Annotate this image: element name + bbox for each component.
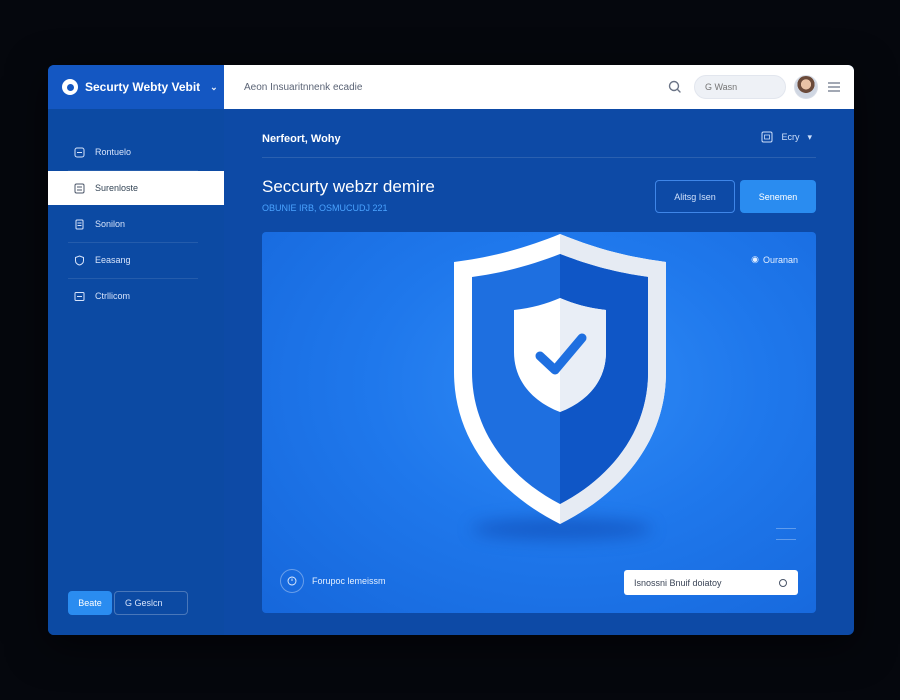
header: Aeon Insuaritnnenk ecadie — [224, 65, 854, 109]
breadcrumb: Nerfeort, Wohy — [262, 133, 341, 145]
window-icon — [761, 131, 773, 143]
brand-logo-icon — [62, 79, 78, 95]
hero-bottom-text: Forupoc lemeissm — [312, 576, 386, 586]
hero-bottom-link[interactable]: Forupoc lemeissm — [280, 569, 386, 593]
sidebar-item-eeasang[interactable]: Eeasang — [48, 243, 224, 279]
search-input[interactable] — [694, 75, 786, 99]
clock-icon — [280, 569, 304, 593]
hero-label-text: Ouranan — [762, 254, 798, 265]
top-bar: Securty Webty Vebit ⌄ Aeon Insuaritnnenk… — [48, 65, 854, 109]
divider — [776, 528, 796, 540]
search-icon[interactable] — [666, 78, 684, 96]
sidebar-item-label: Surenloste — [95, 183, 139, 193]
shield-check-icon — [454, 234, 666, 524]
main-content: Nerfeort, Wohy Ecry ▾ Seccurty webzr dem… — [224, 109, 854, 635]
chevron-down-icon: ⌄ — [210, 81, 218, 92]
page-title: Seccurty webzr demire — [262, 177, 435, 196]
sidebar-item-surenloste[interactable]: Surenloste — [48, 171, 224, 205]
divider — [262, 157, 816, 158]
hero-label[interactable]: ◉ Ouranan — [751, 254, 798, 265]
sidebar-item-label: Rontuelo — [95, 147, 132, 157]
sidebar-item-label: Ctrllicom — [95, 291, 130, 301]
page-subtitle: OBUNIE IRB, OSMUCUDJ 221 — [262, 203, 388, 213]
sidebar-item-sonilon[interactable]: Sonilon — [48, 207, 224, 243]
hero-select[interactable]: Isnossni Bnuif doiatoy — [624, 570, 798, 595]
header-path: Aeon Insuaritnnenk ecadie — [244, 81, 363, 93]
hero-panel: ◉ Ouranan Forupoc lemeissm Isnossni Bnui… — [262, 232, 816, 613]
chevron-down-icon: ▾ — [807, 131, 812, 142]
hero-select-value: Isnossni Bnuif doiatoy — [634, 577, 722, 588]
sidebar-item-label: Sonilon — [95, 219, 126, 229]
sidebar: Rontuelo Surenloste Sonilon Eeasang Ctrl… — [48, 109, 224, 635]
document-icon — [75, 219, 84, 229]
avatar[interactable] — [794, 75, 818, 99]
sidebar-item-label: Eeasang — [95, 255, 131, 265]
sidebar-primary-button[interactable]: Beate — [68, 591, 112, 615]
secondary-action-button[interactable]: Alitsg Isen — [655, 180, 735, 213]
shield-outline-icon — [75, 254, 84, 266]
app-window: Securty Webty Vebit ⌄ Aeon Insuaritnnenk… — [48, 65, 854, 635]
report-icon — [74, 291, 85, 301]
top-right-label: Ecry — [781, 132, 800, 142]
menu-icon[interactable] — [828, 82, 840, 92]
brand-title: Securty Webty Vebit — [85, 80, 201, 94]
top-right-control[interactable]: Ecry ▾ — [761, 131, 812, 143]
primary-action-button[interactable]: Senemen — [740, 180, 816, 213]
dashboard-icon — [74, 147, 85, 157]
sidebar-item-rontuelo[interactable]: Rontuelo — [48, 135, 224, 171]
info-icon: ◉ — [751, 254, 759, 264]
sidebar-secondary-button[interactable]: G Geslcn — [114, 591, 188, 615]
list-icon — [74, 183, 85, 193]
brand-switcher[interactable]: Securty Webty Vebit ⌄ — [48, 65, 224, 109]
sidebar-item-ctrllicom[interactable]: Ctrllicom — [48, 279, 224, 313]
circle-icon — [779, 578, 787, 587]
